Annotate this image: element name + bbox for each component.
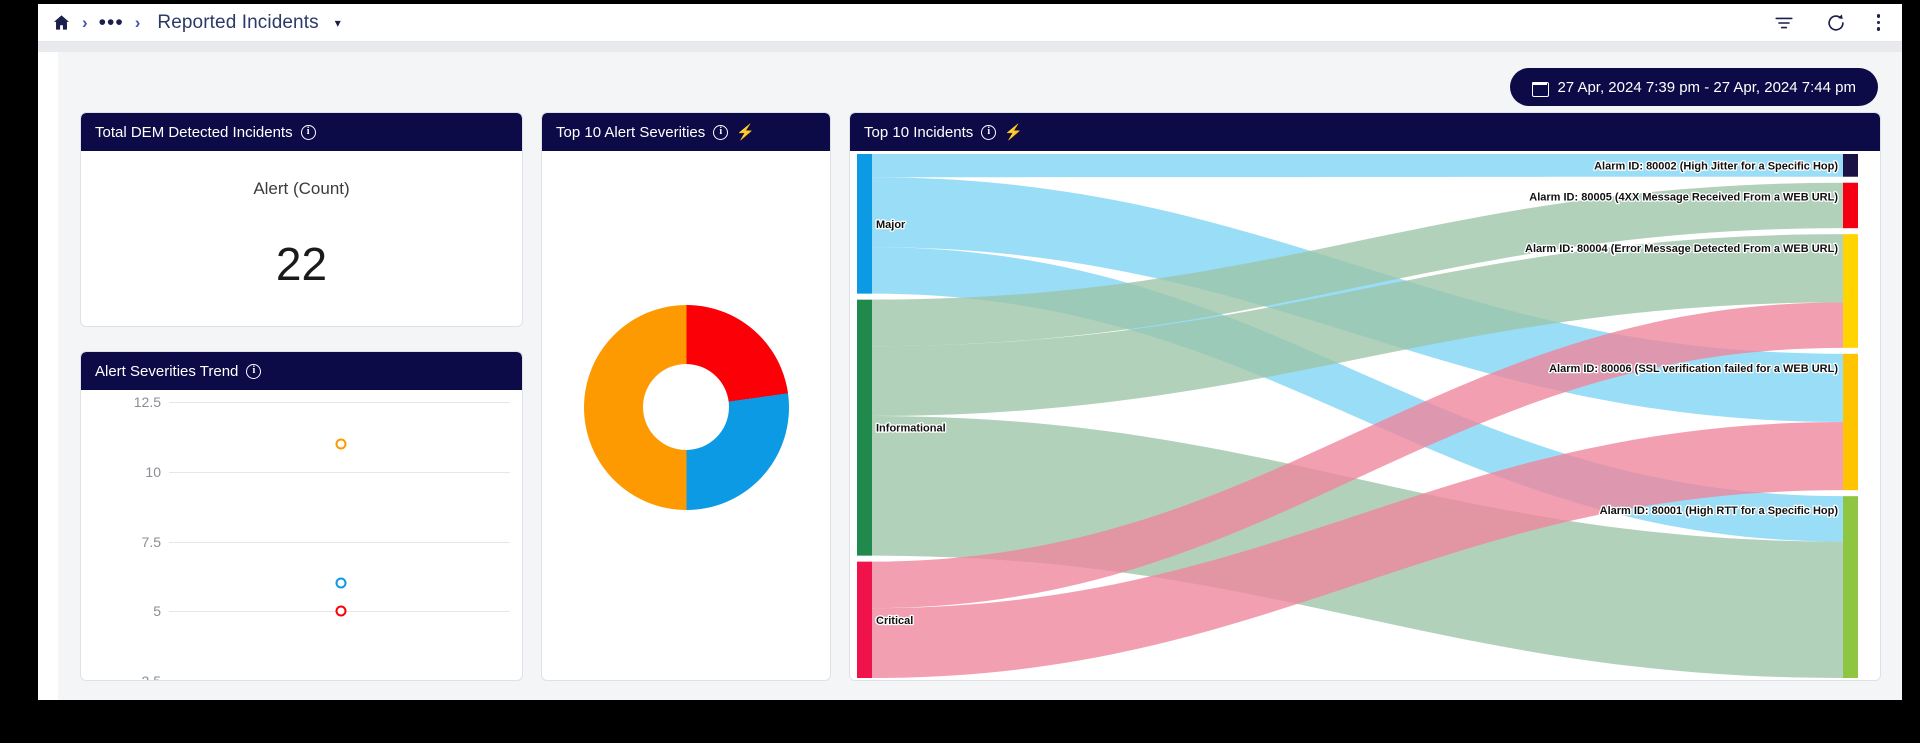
- breadcrumb: › ••• › Reported Incidents ▾: [52, 12, 341, 34]
- card-header: Total DEM Detected Incidents i: [81, 113, 522, 151]
- info-icon[interactable]: i: [981, 124, 997, 140]
- viewport-edge-right: [1902, 0, 1920, 700]
- sankey-node-label: Alarm ID: 80001 (High RTT for a Specific…: [1600, 505, 1839, 517]
- card-alert-severities-trend: Alert Severities Trend i 12.5 10 7.5 5 2.5: [80, 351, 523, 681]
- sankey-node-right[interactable]: [1843, 496, 1858, 678]
- sankey-node-label: Alarm ID: 80006 (SSL verification failed…: [1549, 363, 1838, 375]
- sankey-node-label: Alarm ID: 80005 (4XX Message Received Fr…: [1529, 192, 1838, 204]
- chevron-down-icon[interactable]: ▾: [335, 16, 341, 30]
- viewport-edge-left: [0, 0, 38, 700]
- info-icon[interactable]: i: [713, 124, 729, 140]
- y-axis-tick-label: 5: [153, 603, 161, 620]
- page-title: Reported Incidents: [157, 11, 319, 33]
- card-header: Top 10 Incidents i ⚡: [850, 113, 1880, 151]
- card-title: Total DEM Detected Incidents: [95, 123, 293, 141]
- data-point[interactable]: [335, 605, 346, 617]
- data-point[interactable]: [335, 438, 346, 450]
- sankey-node-label: Alarm ID: 80004 (Error Message Detected …: [1525, 243, 1838, 255]
- sankey-node-right[interactable]: [1843, 154, 1858, 177]
- card-top-10-incidents: Top 10 Incidents i ⚡ Major Informational C…: [849, 112, 1881, 681]
- gridline: [169, 541, 510, 543]
- sankey-node-left[interactable]: [857, 299, 872, 556]
- date-range-picker[interactable]: 27 Apr, 2024 7:39 pm - 27 Apr, 2024 7:44…: [1510, 68, 1878, 106]
- sankey-node-label: Informational: [876, 423, 946, 435]
- left-gutter: [38, 52, 58, 700]
- lightning-bolt-icon[interactable]: ⚡: [736, 125, 755, 140]
- calendar-icon: [1532, 80, 1550, 97]
- header-actions: [1773, 12, 1880, 34]
- trend-chart[interactable]: 12.5 10 7.5 5 2.5: [81, 390, 522, 681]
- breadcrumb-ellipsis[interactable]: •••: [99, 12, 124, 33]
- filter-icon[interactable]: [1773, 12, 1795, 34]
- sankey-svg: Major Informational Critical Alarm ID: 8000…: [857, 154, 1858, 678]
- viewport-edge-bottom: [0, 700, 1920, 743]
- info-icon[interactable]: i: [300, 124, 316, 140]
- card-title: Top 10 Alert Severities: [556, 123, 706, 141]
- y-axis-tick-label: 2.5: [141, 673, 161, 681]
- app-root: › ••• › Reported Incidents ▾ 27 Apr, 202…: [0, 0, 1920, 743]
- card-title: Top 10 Incidents: [864, 123, 974, 141]
- sankey-chart[interactable]: Major Informational Critical Alarm ID: 8000…: [850, 151, 1880, 680]
- kpi-value: 22: [275, 238, 328, 290]
- gridline: [169, 402, 510, 403]
- y-axis-tick-label: 7.5: [141, 533, 161, 550]
- lightning-bolt-icon[interactable]: ⚡: [1004, 125, 1023, 140]
- data-point[interactable]: [335, 577, 346, 589]
- top-header-bar: › ••• › Reported Incidents ▾: [38, 4, 1902, 42]
- sankey-node-right[interactable]: [1843, 182, 1858, 229]
- sankey-node-left[interactable]: [857, 561, 872, 678]
- card-top-10-alert-severities: Top 10 Alert Severities i ⚡: [541, 112, 831, 681]
- info-icon[interactable]: i: [246, 363, 262, 379]
- home-icon[interactable]: [52, 13, 71, 32]
- refresh-icon[interactable]: [1825, 12, 1847, 34]
- gridline: [169, 471, 510, 473]
- kpi-label: Alert (Count): [253, 179, 350, 198]
- card-title: Alert Severities Trend: [95, 362, 239, 380]
- card-header: Alert Severities Trend i: [81, 352, 522, 390]
- card-header: Top 10 Alert Severities i ⚡: [542, 113, 830, 151]
- breadcrumb-separator-1: ›: [82, 13, 88, 32]
- donut-chart-body: [542, 151, 830, 680]
- sankey-node-left[interactable]: [857, 154, 872, 294]
- sankey-node-label: Critical: [876, 615, 913, 627]
- kebab-menu-icon[interactable]: [1876, 14, 1880, 31]
- breadcrumb-separator-2: ›: [134, 13, 141, 32]
- sankey-node-right[interactable]: [1843, 353, 1858, 491]
- sankey-node-label: Major: [876, 219, 906, 231]
- card-total-dem-detected-incidents: Total DEM Detected Incidents i Alert (Co…: [80, 112, 523, 327]
- donut-chart[interactable]: [583, 304, 789, 510]
- date-range-label: 27 Apr, 2024 7:39 pm - 27 Apr, 2024 7:44…: [1557, 78, 1856, 96]
- viewport-edge-top: [0, 0, 1920, 4]
- sankey-node-right[interactable]: [1843, 234, 1858, 348]
- y-axis-tick-label: 10: [145, 463, 161, 480]
- y-axis-tick-label: 12.5: [133, 394, 161, 410]
- kpi-body: Alert (Count) 22: [81, 151, 522, 326]
- sankey-node-label: Alarm ID: 80002 (High Jitter for a Speci…: [1594, 160, 1838, 172]
- toolbar-strip: [38, 42, 1902, 52]
